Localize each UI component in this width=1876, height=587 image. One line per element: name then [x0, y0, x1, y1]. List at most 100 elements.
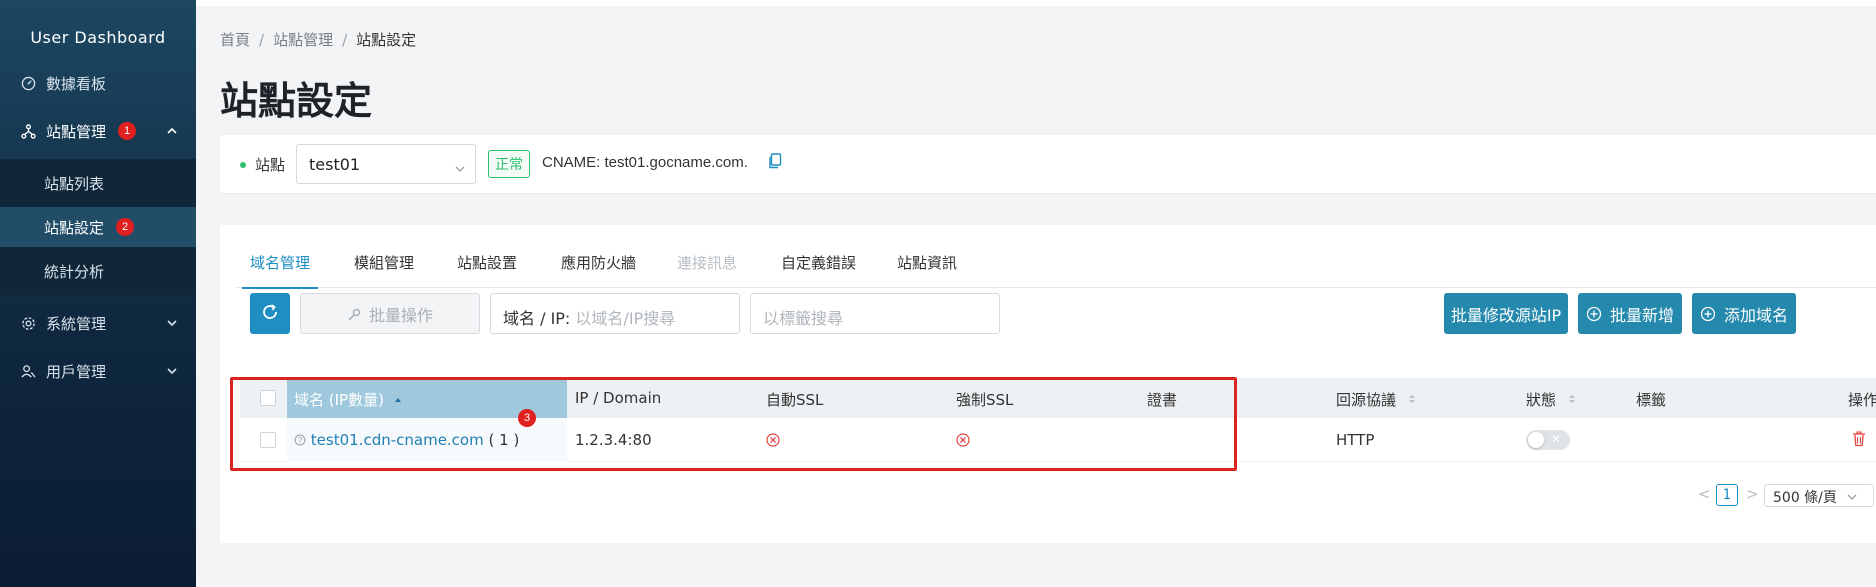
- domain-cell: ? test01.cdn-cname.com ( 1 ): [294, 431, 519, 449]
- site-selector-card: 站點 test01 正常 CNAME: test01.gocname.com.: [220, 135, 1876, 193]
- header-force-ssl: 強制SSL: [956, 391, 1014, 409]
- batch-add-button[interactable]: 批量新增: [1578, 293, 1682, 334]
- top-bar: [196, 0, 1876, 6]
- breadcrumb-home[interactable]: 首頁: [220, 31, 250, 49]
- header-domain[interactable]: 域名 (IP數量): [294, 389, 403, 410]
- help-icon[interactable]: ?: [294, 434, 306, 446]
- batch-modify-source-ip-button[interactable]: 批量修改源站IP: [1444, 293, 1568, 334]
- sidebar-item-users[interactable]: 用戶管理: [0, 351, 196, 391]
- chevron-down-icon: [164, 315, 180, 331]
- batch-operation-button[interactable]: 批量操作: [300, 293, 480, 334]
- users-icon: [20, 363, 36, 379]
- annotation-badge-1: 1: [118, 122, 137, 140]
- sidebar-item-label: 統計分析: [44, 262, 105, 281]
- site-select[interactable]: test01: [296, 144, 476, 184]
- batch-modify-source-ip-label: 批量修改源站IP: [1450, 305, 1562, 325]
- page-size-value: 500 條/頁: [1773, 490, 1837, 506]
- header-tag: 標籤: [1636, 391, 1667, 409]
- select-all-checkbox[interactable]: [260, 390, 276, 406]
- header-actions: 操作: [1848, 391, 1876, 409]
- search-placeholder: 以域名/IP搜尋: [575, 309, 676, 328]
- toggle-off-icon: ✕: [1551, 432, 1562, 446]
- site-status-dot: [240, 162, 246, 168]
- row-checkbox[interactable]: [260, 432, 276, 448]
- main-content: 首頁 / 站點管理 / 站點設定 站點設定 站點 test01 正常 CNAME: te…: [196, 0, 1876, 587]
- sidebar-item-label: 站點列表: [44, 174, 105, 193]
- chevron-down-icon: [164, 363, 180, 379]
- page-number-current[interactable]: 1: [1716, 484, 1738, 506]
- tag-search-input[interactable]: 以標籤搜尋: [750, 293, 1000, 334]
- header-origin-protocol[interactable]: 回源協議: [1336, 389, 1417, 410]
- breadcrumb: 首頁 / 站點管理 / 站點設定: [220, 29, 416, 50]
- sort-icon: [1408, 395, 1415, 403]
- annotation-badge-3: 3: [518, 409, 536, 427]
- tab-bar: 域名管理 模組管理 站點設置 應用防火牆 連接訊息 自定義錯誤 站點資訊: [236, 248, 1876, 289]
- table-row: ? test01.cdn-cname.com ( 1 ) 1.2.3.4:80 …: [240, 418, 1876, 462]
- status-toggle[interactable]: ✕: [1526, 430, 1570, 450]
- sort-asc-icon: [394, 398, 401, 402]
- site-select-value: test01: [309, 155, 361, 174]
- chevron-up-icon: [164, 123, 180, 139]
- svg-text:?: ?: [298, 436, 303, 445]
- refresh-button[interactable]: [250, 293, 290, 334]
- tab-site-info[interactable]: 站點資訊: [897, 248, 957, 288]
- prev-page-button[interactable]: <: [1698, 485, 1711, 503]
- search-prefix-label: 域名 / IP:: [503, 309, 571, 328]
- domain-link[interactable]: test01.cdn-cname.com: [311, 431, 484, 449]
- breadcrumb-separator: /: [259, 31, 265, 49]
- tab-module-management[interactable]: 模組管理: [354, 248, 414, 288]
- status-badge: 正常: [488, 150, 530, 178]
- tab-domain-management[interactable]: 域名管理: [241, 248, 319, 289]
- force-ssl-disabled-icon: [956, 433, 970, 451]
- add-domain-label: 添加域名: [1723, 305, 1788, 325]
- sidebar-item-label: 站點管理: [46, 122, 107, 141]
- annotation-badge-2: 2: [116, 218, 135, 236]
- batch-operation-label: 批量操作: [368, 305, 433, 325]
- chevron-down-icon: [455, 159, 465, 172]
- sidebar-item-system[interactable]: 系統管理: [0, 303, 196, 343]
- wrench-icon: [347, 307, 361, 321]
- sidebar-item-site-list[interactable]: 站點列表: [0, 159, 196, 207]
- batch-add-label: 批量新增: [1609, 305, 1674, 325]
- header-ip-domain: IP / Domain: [575, 389, 662, 407]
- ip-count: ( 1 ): [488, 431, 520, 449]
- cname-text: CNAME: test01.gocname.com.: [542, 154, 748, 171]
- header-status[interactable]: 狀態: [1526, 389, 1577, 410]
- sidebar-item-dashboard[interactable]: 數據看板: [0, 63, 196, 103]
- domain-management-card: 域名管理 模組管理 站點設置 應用防火牆 連接訊息 自定義錯誤 站點資訊 批量操…: [220, 225, 1876, 543]
- gear-icon: [20, 315, 36, 331]
- sidebar-item-label: 用戶管理: [46, 362, 107, 381]
- table-header: 域名 (IP數量) IP / Domain 自動SSL 強制SSL 證書 回源協…: [240, 378, 1876, 418]
- add-domain-button[interactable]: 添加域名: [1692, 293, 1796, 334]
- next-page-button[interactable]: >: [1746, 485, 1759, 503]
- sidebar-item-site-settings[interactable]: 站點設定 2: [0, 207, 196, 247]
- sidebar-item-label: 系統管理: [46, 314, 107, 333]
- domain-ip-search-input[interactable]: 域名 / IP: 以域名/IP搜尋: [490, 293, 740, 334]
- copy-icon[interactable]: [768, 153, 784, 171]
- sidebar-item-label: 站點設定: [44, 218, 105, 237]
- plus-circle-icon: [1586, 306, 1602, 322]
- breadcrumb-separator: /: [342, 31, 348, 49]
- tab-custom-errors[interactable]: 自定義錯誤: [781, 248, 856, 288]
- sidebar-item-label: 數據看板: [46, 74, 107, 93]
- sidebar-item-statistics[interactable]: 統計分析: [0, 247, 196, 295]
- tab-waf[interactable]: 應用防火牆: [561, 248, 636, 288]
- tab-site-setup[interactable]: 站點設置: [457, 248, 517, 288]
- ip-domain-cell: 1.2.3.4:80: [575, 431, 652, 449]
- sidebar-item-site-management[interactable]: 站點管理 1: [0, 111, 196, 151]
- tab-connection-info: 連接訊息: [677, 254, 738, 272]
- chevron-down-icon: [1847, 494, 1857, 500]
- page-size-select[interactable]: 500 條/頁: [1764, 484, 1874, 507]
- page-title: 站點設定: [220, 79, 373, 123]
- sitemap-icon: [20, 123, 36, 139]
- header-certificate: 證書: [1147, 391, 1178, 409]
- breadcrumb-site-management[interactable]: 站點管理: [273, 31, 333, 49]
- sidebar: User Dashboard 數據看板 站點管理 1 站點列表 站點設定 2 統…: [0, 0, 196, 587]
- site-label: 站點: [255, 156, 286, 174]
- delete-icon[interactable]: [1852, 431, 1866, 451]
- plus-circle-icon: [1700, 306, 1716, 322]
- auto-ssl-disabled-icon: [766, 433, 780, 451]
- refresh-icon: [260, 302, 280, 326]
- header-auto-ssl: 自動SSL: [766, 391, 824, 409]
- sort-icon: [1568, 395, 1575, 403]
